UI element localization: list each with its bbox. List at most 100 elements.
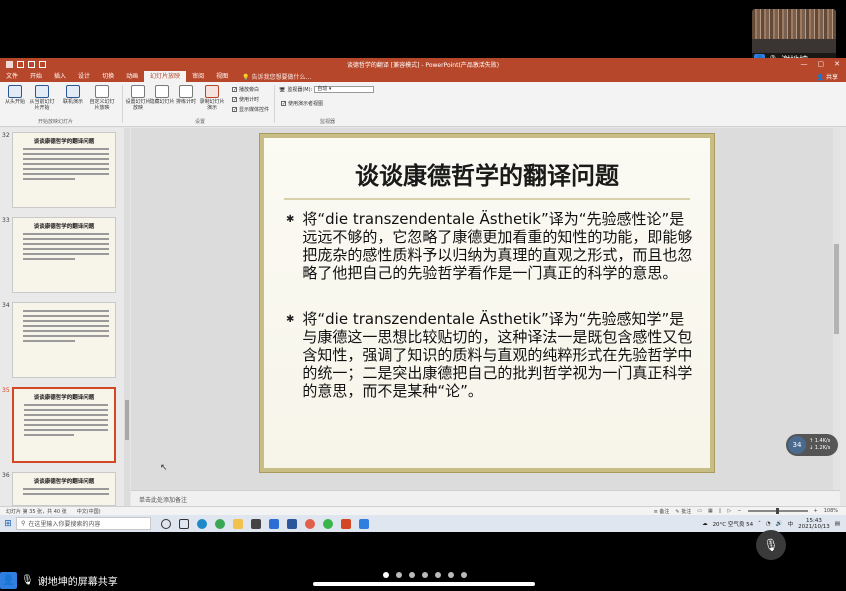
- weather-text[interactable]: 20°C 空气良 54: [713, 520, 754, 528]
- tab-transitions[interactable]: 切换: [96, 71, 120, 82]
- notes-button[interactable]: ≡ 备注: [654, 508, 670, 515]
- mute-mic-button[interactable]: 🎙: [756, 530, 786, 560]
- tell-me-box[interactable]: 💡 告诉我您想要做什么...: [234, 72, 311, 81]
- page-dot-active[interactable]: [383, 572, 389, 578]
- present-online-button[interactable]: 联机演示: [60, 85, 86, 105]
- mail-icon[interactable]: [269, 518, 279, 529]
- store-icon[interactable]: [251, 518, 261, 529]
- text-line: [23, 315, 109, 317]
- current-slide[interactable]: 谈谈康德哲学的翻译问题 ✱ 将“die transzendentale Ästh…: [260, 134, 714, 472]
- windows-start-icon[interactable]: ⊞: [0, 519, 16, 529]
- cortana-icon[interactable]: [161, 518, 171, 529]
- comments-label: 批注: [681, 508, 692, 515]
- checkmark-icon: ✓: [232, 107, 238, 113]
- app-icon[interactable]: [287, 518, 297, 529]
- slide-title[interactable]: 谈谈康德哲学的翻译问题: [264, 156, 710, 191]
- custom-slideshow-button[interactable]: 自定义幻灯片放映: [89, 85, 115, 111]
- notes-pane[interactable]: 单击此处添加备注: [131, 490, 840, 506]
- scrollbar-thumb[interactable]: [125, 400, 129, 440]
- rehearse-timings-button[interactable]: 排练计时: [173, 85, 199, 105]
- notes-icon: ≡: [653, 508, 658, 515]
- page-dot[interactable]: [409, 572, 415, 578]
- browser-icon[interactable]: [305, 518, 315, 529]
- page-dot[interactable]: [448, 572, 454, 578]
- monitor-dropdown[interactable]: 自动 ▾: [314, 86, 375, 93]
- tab-file[interactable]: 文件: [0, 71, 24, 82]
- powerpoint-icon[interactable]: [341, 518, 351, 529]
- edge-icon[interactable]: [197, 518, 207, 529]
- monitor-select[interactable]: 🖥 监视器(M): 自动 ▾: [279, 86, 375, 93]
- meeting-app-icon[interactable]: [359, 518, 369, 529]
- page-dot[interactable]: [396, 572, 402, 578]
- slideshow-view-icon[interactable]: ▷: [727, 508, 731, 514]
- narration-checkbox[interactable]: ✓ 播放旁白: [232, 86, 259, 93]
- tab-insert[interactable]: 插入: [48, 71, 72, 82]
- record-slideshow-button[interactable]: 录制幻灯片演示: [199, 85, 225, 111]
- checkmark-icon: ✓: [232, 97, 238, 103]
- wechat-icon[interactable]: [323, 518, 333, 529]
- hide-slide-button[interactable]: 隐藏幻灯片: [149, 85, 175, 105]
- chrome-icon[interactable]: [215, 518, 225, 529]
- share-button[interactable]: 👤 共享: [817, 72, 838, 81]
- text-line: [23, 340, 75, 342]
- zoom-level[interactable]: 108%: [824, 508, 838, 514]
- network-speed-widget[interactable]: 34 ↑ 1.4K/s ↓ 1.2K/s: [786, 434, 838, 456]
- zoom-knob[interactable]: [775, 508, 779, 514]
- slide-thumbnail[interactable]: [12, 302, 116, 378]
- minimize-icon[interactable]: —: [801, 60, 808, 68]
- media-controls-checkbox[interactable]: ✓ 显示媒体控件: [232, 106, 269, 113]
- setup-slideshow-button[interactable]: 设置幻灯片放映: [125, 85, 151, 111]
- reading-view-icon[interactable]: ▯: [719, 508, 722, 514]
- timings-checkbox[interactable]: ✓ 使用计时: [232, 96, 259, 103]
- windows-taskbar: ⊞ ⚲ 在这里输入你要搜索的内容 ☁ 20°C 空气良 54 ˄ ◔ 🔊 中 1…: [0, 515, 846, 532]
- tab-view[interactable]: 视图: [210, 71, 234, 82]
- thumbnail-scrollbar[interactable]: [124, 128, 130, 506]
- close-icon[interactable]: ✕: [834, 60, 840, 68]
- page-dot[interactable]: [461, 572, 467, 578]
- checkbox-label: 播放旁白: [239, 87, 260, 93]
- explorer-icon[interactable]: [233, 518, 243, 529]
- text-line: [24, 404, 108, 406]
- slideshow-current-icon: [35, 85, 49, 98]
- tab-home[interactable]: 开始: [24, 71, 48, 82]
- slide-thumbnail-selected[interactable]: 谈谈康德哲学的翻译问题: [12, 387, 116, 463]
- slide-thumbnail[interactable]: 谈谈康德哲学的翻译问题: [12, 472, 116, 506]
- text-line: [23, 493, 109, 495]
- normal-view-icon[interactable]: ▭: [697, 508, 702, 514]
- page-dot[interactable]: [435, 572, 441, 578]
- from-beginning-button[interactable]: 从头开始: [2, 85, 28, 105]
- task-view-icon[interactable]: [179, 518, 189, 529]
- page-indicator[interactable]: [383, 572, 467, 578]
- ime-indicator[interactable]: 中: [788, 520, 794, 528]
- thumbnail-number: 36: [2, 472, 10, 479]
- zoom-out-icon[interactable]: −: [737, 508, 741, 514]
- zoom-slider[interactable]: [747, 508, 808, 514]
- slide-thumbnail[interactable]: 谈谈康德哲学的翻译问题: [12, 132, 116, 208]
- tab-slideshow[interactable]: 幻灯片放映: [144, 71, 187, 82]
- clock[interactable]: 15:43 2021/10/13: [798, 518, 830, 530]
- tab-design[interactable]: 设计: [72, 71, 96, 82]
- text-line: [23, 168, 109, 170]
- home-indicator[interactable]: [313, 582, 535, 586]
- button-label: 设置幻灯片放映: [125, 99, 151, 111]
- page-dot[interactable]: [422, 572, 428, 578]
- thumbnail-title: [13, 303, 115, 307]
- network-icon[interactable]: ◔: [766, 521, 771, 527]
- zoom-in-icon[interactable]: +: [814, 508, 818, 514]
- from-current-button[interactable]: 从当前幻灯片开始: [29, 85, 55, 111]
- sorter-view-icon[interactable]: ▦: [708, 508, 713, 514]
- notification-icon[interactable]: ▤: [835, 521, 840, 527]
- bullet-item[interactable]: ✱ 将“die transzendentale Ästhetik”译为“先验感性…: [286, 210, 694, 282]
- slide-thumbnail[interactable]: 谈谈康德哲学的翻译问题: [12, 217, 116, 293]
- restore-icon[interactable]: ▢: [818, 60, 825, 68]
- scrollbar-thumb[interactable]: [834, 244, 839, 334]
- tab-review[interactable]: 审阅: [186, 71, 210, 82]
- tab-animations[interactable]: 动画: [120, 71, 144, 82]
- taskbar-search[interactable]: ⚲ 在这里输入你要搜索的内容: [16, 517, 151, 530]
- presenter-view-checkbox[interactable]: ✓ 使用演示者视图: [281, 100, 323, 107]
- bullet-item[interactable]: ✱ 将“die transzendentale Ästhetik”译为“先验感知…: [286, 310, 694, 400]
- comments-button[interactable]: ✎ 批注: [675, 508, 691, 515]
- tray-up-icon[interactable]: ˄: [758, 521, 761, 527]
- weather-icon: ☁: [702, 520, 708, 527]
- volume-icon[interactable]: 🔊: [776, 521, 783, 527]
